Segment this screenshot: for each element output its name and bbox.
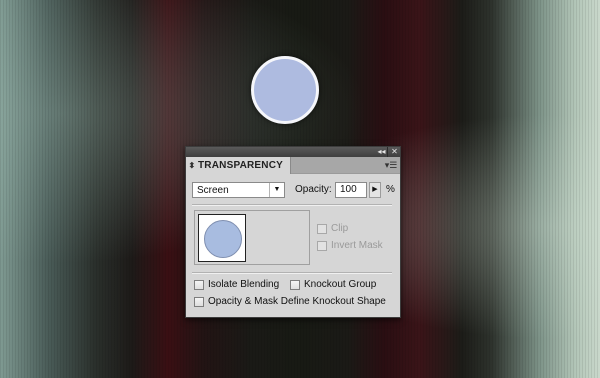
invert-mask-checkbox[interactable] — [317, 240, 327, 251]
panel-menu-icon[interactable]: ▾☰ — [384, 159, 398, 171]
clip-checkbox[interactable] — [317, 223, 327, 234]
isolate-blending-label: Isolate Blending — [208, 279, 280, 290]
isolate-blending-checkbox[interactable] — [194, 279, 204, 290]
percent-label: % — [386, 184, 395, 195]
tab-title: TRANSPARENCY — [198, 160, 283, 171]
opacity-label: Opacity: — [295, 184, 332, 195]
triangle-right-icon: ▶ — [372, 186, 378, 193]
close-icon[interactable]: ✕ — [389, 147, 400, 157]
object-thumbnail[interactable] — [198, 214, 246, 262]
knockout-group-checkbox[interactable] — [290, 279, 300, 290]
chevron-down-icon[interactable]: ▼ — [269, 183, 284, 197]
blend-opacity-row: Screen ▼ Opacity: 100 ▶ % — [192, 182, 396, 200]
panel-tab-row: ⬍ TRANSPARENCY ▾☰ — [186, 157, 400, 174]
knockout-group-option: Knockout Group — [290, 279, 376, 290]
opacity-input[interactable]: 100 — [335, 182, 367, 198]
thumbnail-circle — [204, 220, 242, 258]
opacity-mask-knockout-option: Opacity & Mask Define Knockout Shape — [194, 296, 386, 307]
opacity-stepper-button[interactable]: ▶ — [369, 182, 381, 198]
opacity-mask-knockout-label: Opacity & Mask Define Knockout Shape — [208, 296, 386, 307]
panel-titlebar[interactable]: ◂◂ ✕ — [186, 147, 400, 157]
isolate-blending-option: Isolate Blending — [194, 279, 279, 290]
divider — [192, 204, 392, 206]
thumbnail-area — [194, 210, 310, 265]
opacity-mask-knockout-checkbox[interactable] — [194, 296, 204, 307]
updown-arrows-icon[interactable]: ⬍ — [186, 157, 198, 174]
transparency-panel: ◂◂ ✕ ⬍ TRANSPARENCY ▾☰ Screen ▼ Opacity: … — [185, 146, 401, 318]
knockout-group-label: Knockout Group — [304, 279, 377, 290]
invert-mask-option: Invert Mask — [317, 240, 383, 251]
tab-transparency[interactable]: ⬍ TRANSPARENCY — [186, 157, 291, 174]
clip-label: Clip — [331, 223, 349, 234]
selected-circle-object[interactable] — [251, 56, 319, 124]
blend-mode-select[interactable]: Screen ▼ — [192, 182, 285, 198]
collapse-icon[interactable]: ◂◂ — [376, 147, 388, 157]
clip-option: Clip — [317, 223, 348, 234]
blend-mode-value: Screen — [197, 185, 229, 196]
invert-mask-label: Invert Mask — [331, 240, 383, 251]
divider — [192, 272, 392, 274]
